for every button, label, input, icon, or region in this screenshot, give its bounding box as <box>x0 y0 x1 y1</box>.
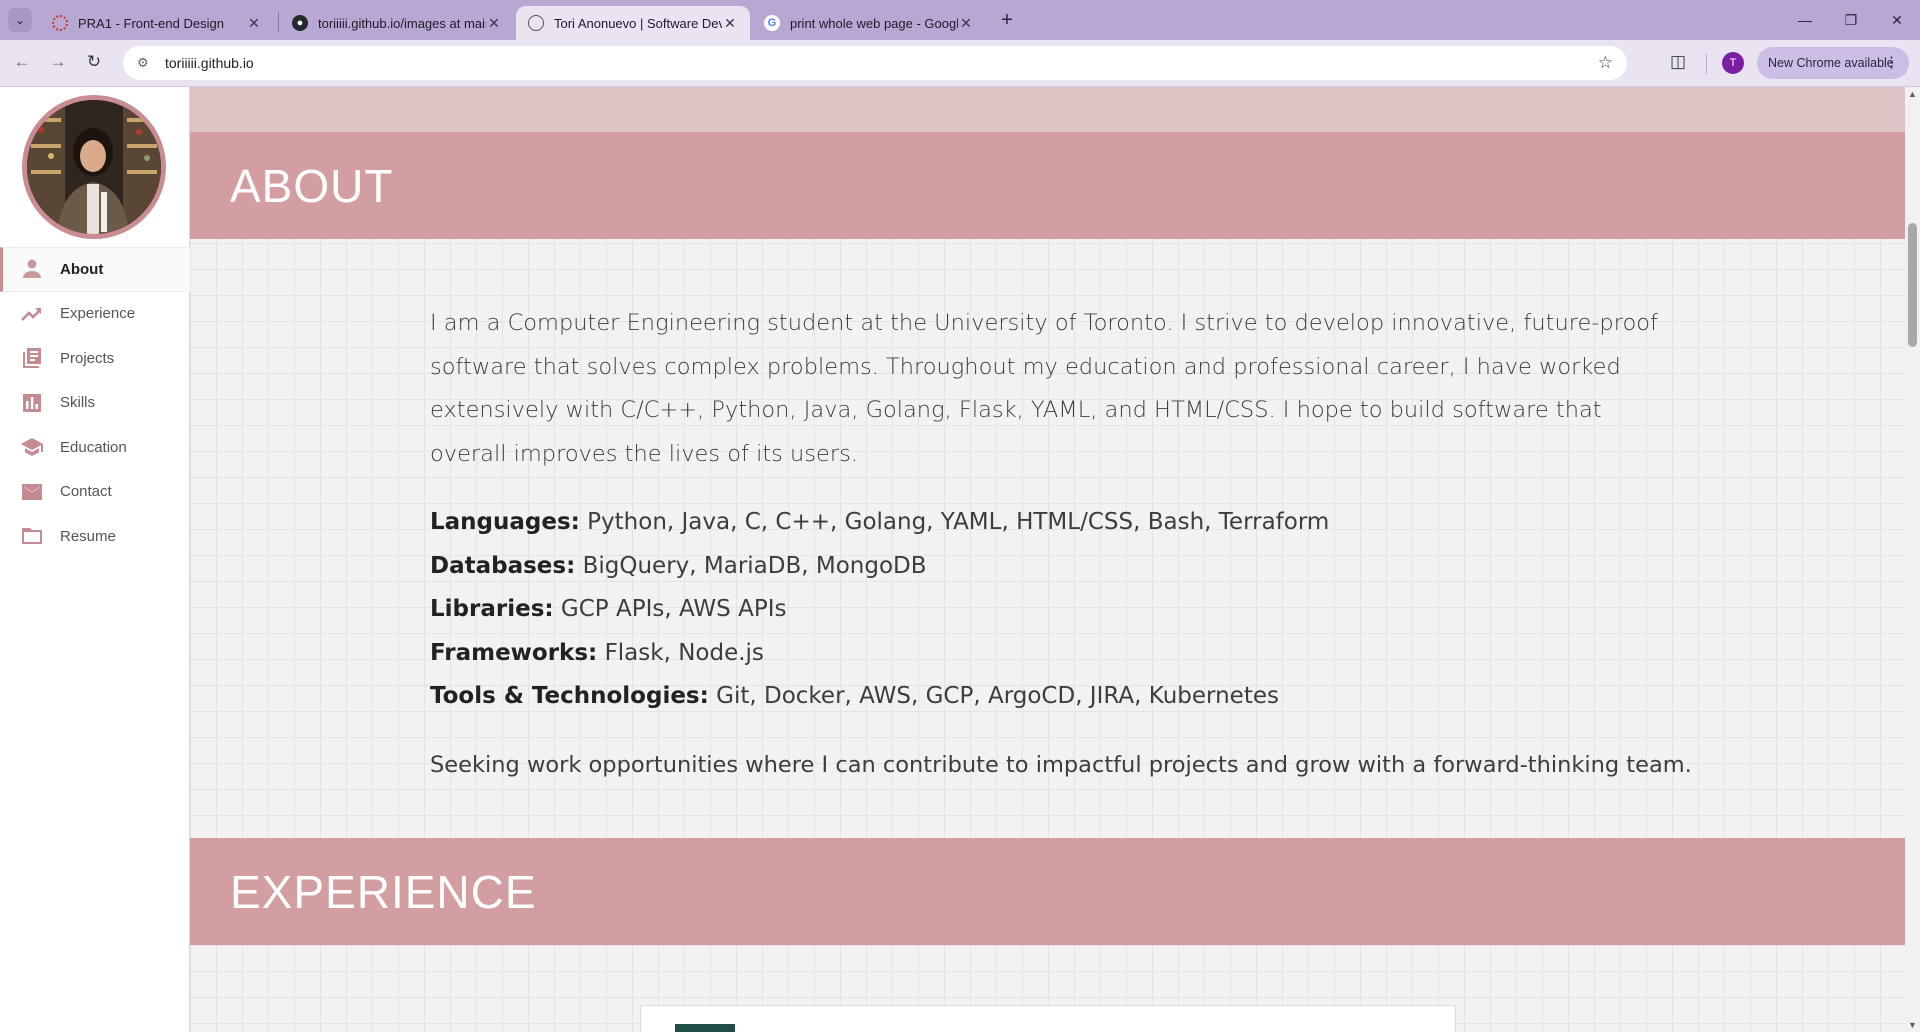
back-arrow-icon[interactable]: ← <box>10 50 34 74</box>
address-bar[interactable]: ⚙ toriiiii.github.io ☆ <box>123 46 1627 80</box>
sidebar-item-label: Education <box>60 438 127 456</box>
skill-value: Git, Docker, AWS, GCP, ArgoCD, JIRA, Kub… <box>716 683 1279 709</box>
scroll-down-arrow-icon[interactable]: ▼ <box>1908 1020 1917 1030</box>
mail-icon <box>18 481 46 503</box>
sidebar: About Experience Projects Skills Educati… <box>0 87 190 1032</box>
previous-section-band <box>190 87 1905 132</box>
tab-github-images[interactable]: ● toriiiii.github.io/images at main ✕ <box>280 6 514 40</box>
skills-list: Languages: Python, Java, C, C++, Golang,… <box>430 501 1670 719</box>
close-tab-icon[interactable]: ✕ <box>722 15 738 32</box>
tab-divider <box>278 12 279 32</box>
sidebar-item-resume[interactable]: Resume <box>0 514 190 559</box>
close-tab-icon[interactable]: ✕ <box>958 15 974 32</box>
skill-label: Frameworks: <box>430 639 598 666</box>
library-books-icon <box>18 347 46 369</box>
skill-row-frameworks: Frameworks: Flask, Node.js <box>430 632 1670 676</box>
school-icon <box>18 436 46 458</box>
skill-label: Libraries: <box>430 596 554 622</box>
profile-avatar[interactable]: T <box>1722 52 1744 74</box>
main-content: ABOUT I am a Computer Engineering studen… <box>190 87 1905 1032</box>
sidebar-nav: About Experience Projects Skills Educati… <box>0 247 190 559</box>
sidebar-item-label: Experience <box>60 305 136 323</box>
skill-row-databases: Databases: BigQuery, MariaDB, MongoDB <box>430 545 1670 589</box>
sidebar-item-label: About <box>60 260 104 278</box>
more-menu-icon[interactable]: ⋮ <box>1884 53 1899 71</box>
site-info-icon[interactable]: ⚙ <box>137 55 155 71</box>
google-icon: G <box>764 15 780 31</box>
sidebar-item-skills[interactable]: Skills <box>0 381 190 426</box>
tab-title: print whole web page - Google <box>790 15 958 31</box>
browser-tab-strip: ⌄ PRA1 - Front-end Design ✕ ● toriiiii.g… <box>0 0 1920 40</box>
sidebar-item-projects[interactable]: Projects <box>0 336 190 381</box>
seeking-work-text: Seeking work opportunities where I can c… <box>430 751 1692 778</box>
sidebar-item-experience[interactable]: Experience <box>0 292 190 337</box>
page-viewport: About Experience Projects Skills Educati… <box>0 87 1920 1032</box>
tab-title: toriiiii.github.io/images at main <box>318 15 486 31</box>
skill-row-languages: Languages: Python, Java, C, C++, Golang,… <box>430 501 1670 545</box>
extensions-puzzle-icon[interactable]: ◫ <box>1667 51 1689 73</box>
scrollbar-thumb[interactable] <box>1908 223 1917 347</box>
bar-chart-icon <box>18 392 46 414</box>
minimize-icon[interactable]: — <box>1782 0 1828 40</box>
tab-search-chevron-icon[interactable]: ⌄ <box>8 8 32 32</box>
globe-icon <box>528 15 544 31</box>
tab-title: Tori Anonuevo | Software Devel <box>554 15 722 31</box>
skill-value: Flask, Node.js <box>604 639 764 666</box>
tab-portfolio[interactable]: Tori Anonuevo | Software Devel ✕ <box>516 6 750 40</box>
skill-value: BigQuery, MariaDB, MongoDB <box>582 552 927 579</box>
tab-pra1[interactable]: PRA1 - Front-end Design ✕ <box>40 6 274 40</box>
scroll-up-arrow-icon[interactable]: ▲ <box>1908 89 1917 99</box>
sidebar-item-label: Contact <box>60 483 112 501</box>
about-section-header: ABOUT <box>190 132 1905 239</box>
person-icon <box>18 258 46 280</box>
trending-up-icon <box>18 303 46 325</box>
about-section: I am a Computer Engineering student at t… <box>430 302 1692 787</box>
update-label: New Chrome available <box>1768 56 1894 70</box>
forward-arrow-icon[interactable]: → <box>46 50 70 74</box>
sidebar-item-label: Skills <box>60 394 96 412</box>
new-tab-button[interactable]: + <box>995 8 1019 32</box>
restore-icon[interactable]: ❐ <box>1828 0 1874 40</box>
sidebar-item-contact[interactable]: Contact <box>0 470 190 515</box>
browser-toolbar: ← → ↻ ⚙ toriiiii.github.io ☆ ◫ T New Chr… <box>0 40 1920 87</box>
sidebar-item-label: Resume <box>60 527 116 545</box>
close-tab-icon[interactable]: ✕ <box>486 15 502 32</box>
section-title: ABOUT <box>230 159 394 212</box>
pra1-favicon-icon <box>52 15 68 31</box>
new-chrome-available-button[interactable]: New Chrome available ⋮ <box>1757 47 1909 79</box>
url-text: toriiiii.github.io <box>165 55 254 71</box>
skill-label: Tools & Technologies: <box>430 683 709 709</box>
sidebar-item-education[interactable]: Education <box>0 425 190 470</box>
skill-label: Languages: <box>430 509 580 535</box>
skill-row-libraries: Libraries: GCP APIs, AWS APIs <box>430 588 1670 632</box>
toolbar-divider <box>1706 54 1707 74</box>
sidebar-item-label: Projects <box>60 349 115 367</box>
close-window-icon[interactable]: ✕ <box>1874 0 1920 40</box>
experience-card <box>640 1005 1456 1032</box>
github-icon: ● <box>292 15 308 31</box>
tab-google-search[interactable]: G print whole web page - Google ✕ <box>752 6 986 40</box>
section-title: EXPERIENCE <box>230 865 537 918</box>
skill-label: Databases: <box>430 552 576 579</box>
experience-section-header: EXPERIENCE <box>190 838 1905 945</box>
profile-photo <box>22 95 166 239</box>
reload-icon[interactable]: ↻ <box>82 50 106 74</box>
sidebar-item-about[interactable]: About <box>0 247 190 292</box>
skill-value: GCP APIs, AWS APIs <box>560 596 787 622</box>
skill-value: Python, Java, C, C++, Golang, YAML, HTML… <box>587 509 1330 535</box>
folder-icon <box>18 525 46 547</box>
company-logo <box>675 1024 735 1032</box>
skill-row-tools: Tools & Technologies: Git, Docker, AWS, … <box>430 675 1670 719</box>
about-intro-text: I am a Computer Engineering student at t… <box>430 310 1658 467</box>
tab-title: PRA1 - Front-end Design <box>78 15 224 31</box>
close-tab-icon[interactable]: ✕ <box>246 15 262 32</box>
bookmark-star-icon[interactable]: ☆ <box>1598 53 1613 73</box>
page-scrollbar[interactable]: ▲ ▼ <box>1905 87 1920 1032</box>
